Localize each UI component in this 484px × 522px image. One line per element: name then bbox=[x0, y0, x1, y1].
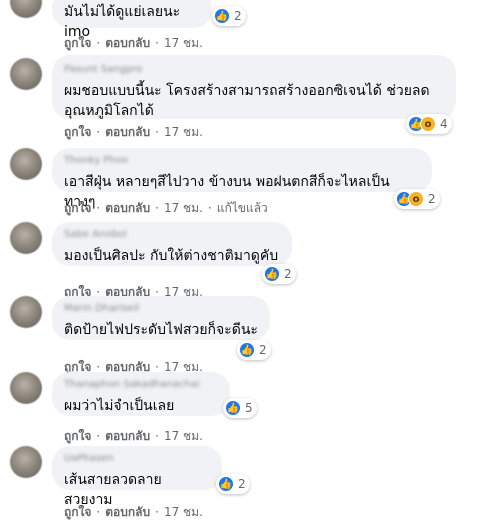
comment-text: มองเป็นศิลปะ กับให้ต่างชาติมาดูคับ bbox=[64, 248, 279, 264]
reply-link[interactable]: ตอบกลับ bbox=[105, 125, 150, 139]
comment-bubble: Marin Dhariseil ติดป้ายไฟประดับไฟสวยก็จะ… bbox=[52, 296, 270, 340]
comment-author[interactable]: Thonky Phoo bbox=[64, 154, 420, 168]
comment-bubble: Sabe Anobol มองเป็นศิลปะ กับให้ต่างชาติม… bbox=[52, 222, 292, 266]
reply-link[interactable]: ตอบกลับ bbox=[105, 201, 150, 215]
timestamp[interactable]: 17 ชม. bbox=[164, 125, 203, 139]
thumbs-up-icon: 👍 bbox=[239, 342, 255, 358]
avatar[interactable] bbox=[10, 296, 42, 328]
reaction-summary[interactable]: 👍 2 bbox=[237, 340, 271, 360]
reply-link[interactable]: ตอบกลับ bbox=[105, 505, 150, 519]
comment-actions: ถูกใจ · ตอบกลับ · 17 ชม. bbox=[64, 505, 203, 519]
like-link[interactable]: ถูกใจ bbox=[64, 505, 91, 519]
comment-author[interactable]: UaPhasen bbox=[64, 452, 210, 466]
comment-text: ติดป้ายไฟประดับไฟสวยก็จะดีนะ bbox=[64, 322, 258, 338]
reaction-summary[interactable]: 👍 2 bbox=[262, 264, 296, 284]
like-link[interactable]: ถูกใจ bbox=[64, 36, 91, 50]
comment-bubble: Thonky Phoo เอาสีฝุ่น หลายๆสีไปวาง ข้างบ… bbox=[52, 148, 432, 210]
avatar[interactable] bbox=[10, 222, 42, 254]
reply-link[interactable]: ตอบกลับ bbox=[105, 36, 150, 50]
reaction-summary[interactable]: 👍 2 bbox=[216, 474, 250, 494]
reaction-count: 2 bbox=[259, 343, 267, 357]
comment-bubble: มันไม่ได้ดูแย่เลยนะ imo bbox=[52, 0, 212, 40]
comment-author[interactable]: Sabe Anobol bbox=[64, 228, 280, 242]
comment-author[interactable]: Thanaphon Sakadhanachai bbox=[64, 378, 218, 392]
timestamp[interactable]: 17 ชม. bbox=[164, 201, 203, 215]
timestamp[interactable]: 17 ชม. bbox=[164, 429, 203, 443]
avatar[interactable] bbox=[10, 148, 42, 180]
comment-text: ผมชอบแบบนี้นะ โครงสร้างสามารถสร้างออกซิเ… bbox=[64, 83, 430, 119]
comment-author[interactable]: Pasunt Sangpro bbox=[64, 63, 444, 77]
timestamp[interactable]: 17 ชม. bbox=[164, 36, 203, 50]
comment-author[interactable]: Marin Dhariseil bbox=[64, 302, 258, 316]
comment-actions: ถูกใจ · ตอบกลับ · 17 ชม. bbox=[64, 429, 203, 443]
edited-label[interactable]: แก้ไขแล้ว bbox=[217, 201, 268, 215]
thumbs-up-icon: 👍 bbox=[264, 266, 280, 282]
reaction-summary[interactable]: 👍 o 2 bbox=[394, 189, 440, 209]
comment-actions: ถูกใจ · ตอบกลับ · 17 ชม. bbox=[64, 125, 203, 139]
thumbs-up-icon: 👍 bbox=[225, 400, 241, 416]
wow-face-icon: o bbox=[420, 116, 436, 132]
thumbs-up-icon: 👍 bbox=[214, 8, 230, 24]
comment-actions: ถูกใจ · ตอบกลับ · 17 ชม. · แก้ไขแล้ว bbox=[64, 201, 268, 215]
reply-link[interactable]: ตอบกลับ bbox=[105, 429, 150, 443]
avatar[interactable] bbox=[10, 58, 42, 90]
reaction-summary[interactable]: 👍 2 bbox=[212, 6, 246, 26]
reaction-count: 2 bbox=[428, 192, 436, 206]
avatar[interactable] bbox=[10, 372, 42, 404]
reaction-summary[interactable]: 👍 5 bbox=[223, 398, 257, 418]
reaction-count: 2 bbox=[284, 267, 292, 281]
thumbs-up-icon: 👍 bbox=[218, 476, 234, 492]
reaction-summary[interactable]: 👍 o 4 bbox=[406, 114, 452, 134]
comment-bubble: UaPhasen เส้นสายลวดลายสวยงาม bbox=[52, 446, 222, 508]
avatar[interactable] bbox=[10, 0, 42, 18]
like-link[interactable]: ถูกใจ bbox=[64, 429, 91, 443]
comment-actions: ถูกใจ · ตอบกลับ · 17 ชม. bbox=[64, 36, 203, 50]
avatar[interactable] bbox=[10, 446, 42, 478]
reaction-count: 4 bbox=[440, 117, 448, 131]
like-link[interactable]: ถูกใจ bbox=[64, 125, 91, 139]
comment-bubble: Pasunt Sangpro ผมชอบแบบนี้นะ โครงสร้างสา… bbox=[52, 55, 456, 119]
comment-text: ผมว่าไม่จำเป็นเลย bbox=[64, 398, 175, 414]
comment-bubble: Thanaphon Sakadhanachai ผมว่าไม่จำเป็นเล… bbox=[52, 372, 230, 416]
reaction-count: 5 bbox=[245, 401, 253, 415]
reaction-count: 2 bbox=[234, 9, 242, 23]
wow-face-icon: o bbox=[408, 191, 424, 207]
reaction-count: 2 bbox=[238, 477, 246, 491]
like-link[interactable]: ถูกใจ bbox=[64, 201, 91, 215]
timestamp[interactable]: 17 ชม. bbox=[164, 505, 203, 519]
